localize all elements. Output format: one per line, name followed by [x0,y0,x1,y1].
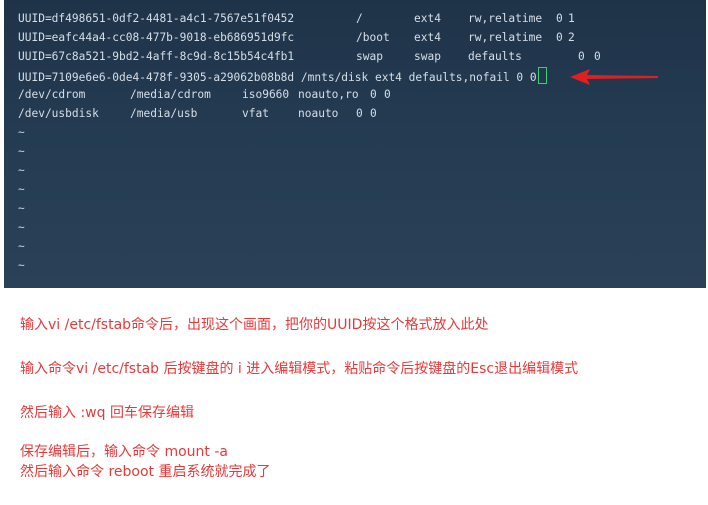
instruction-step-1: 输入vi /etc/fstab命令后，出现这个画面，把你的UUID按这个格式放入… [20,317,489,333]
mount-point: swap [356,50,383,63]
device-path: /dev/cdrom [18,88,86,101]
pass-field: 0 [594,50,601,63]
mount-options: rw,relatime [468,12,543,25]
fs-type: vfat [242,107,269,120]
uuid-text: UUID=67c8a521-9bd2-4aff-8c9d-8c15b54c4fb… [18,50,295,63]
text-cursor [537,67,547,84]
dump-field: 0 [556,12,563,25]
vi-empty-line-tilde: ~ [18,183,25,196]
fstab-line: UUID=df498651-0df2-4481-a4c1-7567e51f045… [18,10,575,28]
pass-field: 1 [568,12,575,25]
vi-empty-line-tilde: ~ [18,259,25,272]
mount-options: noauto [298,107,339,120]
uuid-text: UUID=eafc44a4-cc08-477b-9018-eb686951d9f… [18,31,295,44]
dump-field: 0 [578,50,585,63]
vi-empty-line-tilde: ~ [18,202,25,215]
uuid-text: UUID=df498651-0df2-4481-a4c1-7567e51f045… [18,12,295,25]
mount-options: rw,relatime [468,31,543,44]
pass-field: 2 [568,31,575,44]
mount-point: /media/usb [130,107,198,120]
red-arrow-icon [570,69,658,85]
instruction-step-5: 然后输入命令 reboot 重启系统就完成了 [20,464,271,480]
mount-options: noauto,ro [298,88,359,101]
pass-field: 0 [370,107,377,120]
instruction-step-2: 输入命令vi /etc/fstab 后按键盘的 i 进入编辑模式，粘贴命令后按键… [20,361,579,377]
terminal-window[interactable]: UUID=df498651-0df2-4481-a4c1-7567e51f045… [4,0,706,288]
instruction-step-3: 然后输入 :wq 回车保存编辑 [20,405,194,421]
mount-options: defaults [468,50,522,63]
fs-type: ext4 [414,12,441,25]
fs-type: ext4 [414,31,441,44]
pass-field: 0 [384,88,391,101]
vi-empty-line-tilde: ~ [18,164,25,177]
new-uuid-entry: UUID=7109e6e6-0de4-478f-9305-a29062b08b8… [18,71,537,84]
fstab-line: /dev/usbdisk/media/usb vfat noauto 0 0 [18,105,377,123]
instruction-step-4: 保存编辑后，输入命令 mount -a [20,444,228,460]
fs-type: iso9660 [242,88,290,101]
vi-empty-line-tilde: ~ [18,221,25,234]
vi-empty-line-tilde: ~ [18,145,25,158]
fstab-line-new-entry: UUID=7109e6e6-0de4-478f-9305-a29062b08b8… [18,67,547,85]
dump-field: 0 [370,88,377,101]
mount-point: /media/cdrom [130,88,211,101]
device-path: /dev/usbdisk [18,107,99,120]
fstab-line: /dev/cdrom/media/cdrom iso9660 noauto,ro 0 0 [18,86,391,104]
dump-field: 0 [356,107,363,120]
mount-point: /boot [356,31,390,44]
mount-point: / [356,12,363,25]
fstab-line: UUID=67c8a521-9bd2-4aff-8c9d-8c15b54c4fb… [18,48,601,66]
fstab-line: UUID=eafc44a4-cc08-477b-9018-eb686951d9f… [18,29,575,47]
vi-empty-line-tilde: ~ [18,126,25,139]
fs-type: swap [414,50,441,63]
vi-empty-line-tilde: ~ [18,240,25,253]
dump-field: 0 [556,31,563,44]
